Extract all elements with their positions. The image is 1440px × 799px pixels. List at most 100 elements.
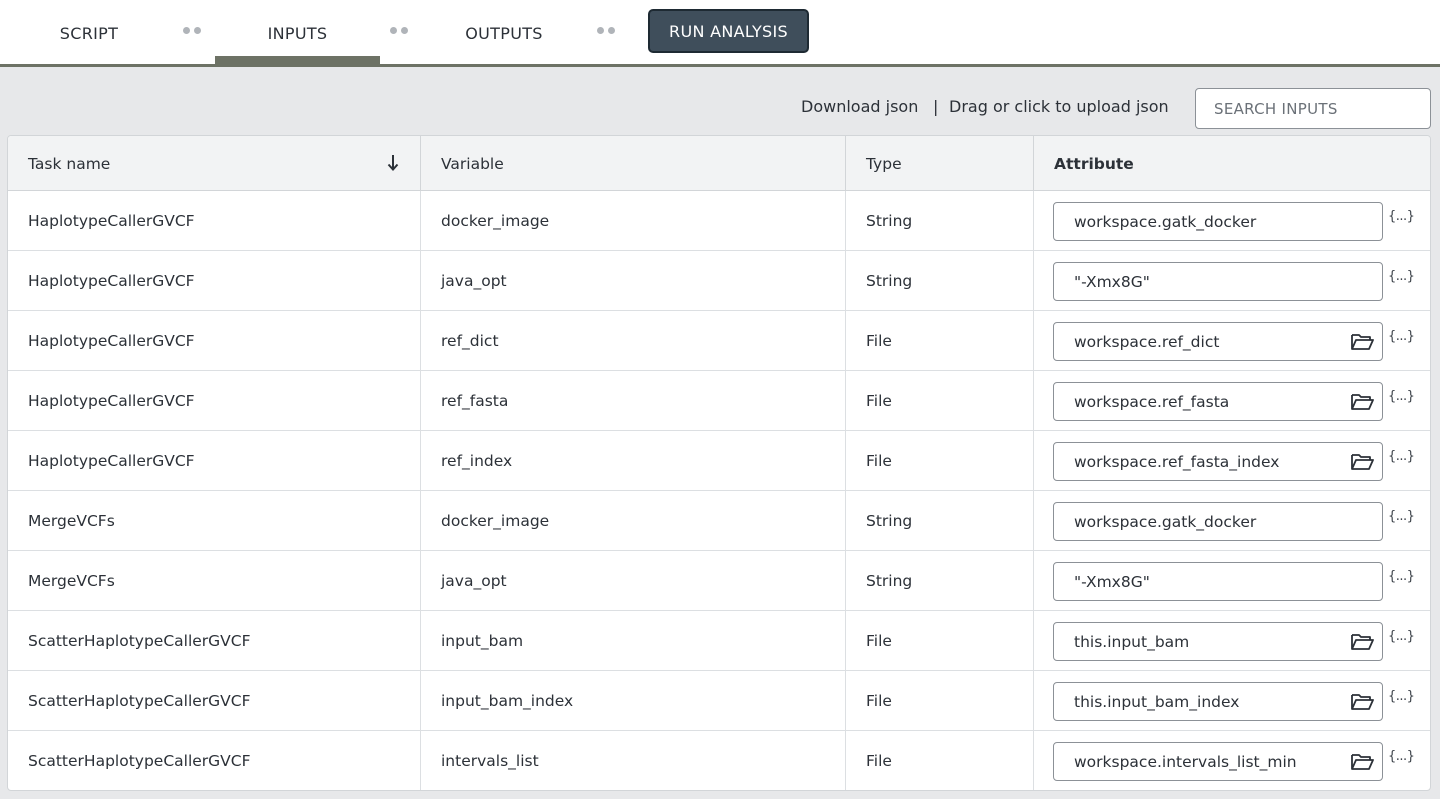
column-header-task-name[interactable]: Task name bbox=[8, 136, 421, 191]
table-row: ScatterHaplotypeCallerGVCF input_bam_inde… bbox=[8, 671, 1430, 731]
attribute-input[interactable] bbox=[1054, 623, 1344, 660]
column-header-label: Variable bbox=[441, 154, 504, 173]
task-name-cell: HaplotypeCallerGVCF bbox=[8, 431, 421, 491]
attribute-field[interactable] bbox=[1053, 562, 1383, 601]
json-editor-icon[interactable]: {...} bbox=[1388, 329, 1415, 344]
attribute-field[interactable] bbox=[1053, 322, 1383, 361]
variable-cell: ref_fasta bbox=[421, 371, 846, 431]
folder-open-icon[interactable] bbox=[1350, 392, 1374, 412]
tab-inputs[interactable]: INPUTS bbox=[215, 0, 380, 66]
attribute-input[interactable] bbox=[1054, 203, 1344, 240]
tab-inputs-label: INPUTS bbox=[267, 23, 328, 43]
json-editor-icon[interactable]: {...} bbox=[1388, 629, 1415, 644]
toolbar-separator: | bbox=[933, 97, 939, 116]
task-name-cell: HaplotypeCallerGVCF bbox=[8, 371, 421, 431]
folder-open-icon[interactable] bbox=[1350, 452, 1374, 472]
type-cell: String bbox=[846, 551, 1034, 611]
tab-separator-dots bbox=[390, 27, 408, 34]
attribute-input[interactable] bbox=[1054, 503, 1344, 540]
table-row: HaplotypeCallerGVCFref_indexFile {...} bbox=[8, 431, 1430, 491]
task-name-cell: ScatterHaplotypeCallerGVCF bbox=[8, 611, 421, 671]
task-name-cell: MergeVCFs bbox=[8, 551, 421, 611]
json-editor-icon[interactable]: {...} bbox=[1388, 509, 1415, 524]
attribute-field[interactable] bbox=[1053, 262, 1383, 301]
attribute-field[interactable] bbox=[1053, 442, 1383, 481]
variable-cell: ref_index bbox=[421, 431, 846, 491]
task-name-cell: HaplotypeCallerGVCF bbox=[8, 251, 421, 311]
table-row: MergeVCFsdocker_imageString {...} bbox=[8, 491, 1430, 551]
attribute-input[interactable] bbox=[1054, 683, 1344, 720]
folder-open-icon[interactable] bbox=[1350, 332, 1374, 352]
folder-open-icon[interactable] bbox=[1350, 752, 1374, 772]
tab-outputs[interactable]: OUTPUTS bbox=[430, 0, 578, 66]
column-header-variable[interactable]: Variable bbox=[421, 136, 846, 191]
attribute-input[interactable] bbox=[1054, 263, 1344, 300]
download-json-link[interactable]: Download json bbox=[801, 97, 918, 116]
inputs-toolbar: Download json | Drag or click to upload … bbox=[0, 67, 1440, 135]
variable-cell: ref_dict bbox=[421, 311, 846, 371]
variable-cell: java_opt bbox=[421, 551, 846, 611]
attribute-field[interactable] bbox=[1053, 742, 1383, 781]
attribute-input[interactable] bbox=[1054, 383, 1344, 420]
json-editor-icon[interactable]: {...} bbox=[1388, 449, 1415, 464]
json-editor-icon[interactable]: {...} bbox=[1388, 269, 1415, 284]
attribute-input[interactable] bbox=[1054, 443, 1344, 480]
run-analysis-button[interactable]: RUN ANALYSIS bbox=[648, 9, 809, 53]
column-header-attribute[interactable]: Attribute bbox=[1034, 136, 1430, 191]
type-cell: File bbox=[846, 731, 1034, 790]
attribute-input[interactable] bbox=[1054, 323, 1344, 360]
type-cell: String bbox=[846, 491, 1034, 551]
json-editor-icon[interactable]: {...} bbox=[1388, 389, 1415, 404]
search-inputs-field[interactable] bbox=[1195, 88, 1431, 129]
column-header-label: Attribute bbox=[1054, 154, 1134, 173]
task-name-cell: MergeVCFs bbox=[8, 491, 421, 551]
folder-open-icon[interactable] bbox=[1350, 692, 1374, 712]
variable-cell: input_bam bbox=[421, 611, 846, 671]
task-name-cell: ScatterHaplotypeCallerGVCF bbox=[8, 731, 421, 790]
type-cell: String bbox=[846, 191, 1034, 251]
type-cell: File bbox=[846, 311, 1034, 371]
attribute-input[interactable] bbox=[1054, 563, 1344, 600]
attribute-field[interactable] bbox=[1053, 382, 1383, 421]
column-header-label: Task name bbox=[28, 154, 111, 173]
type-cell: File bbox=[846, 431, 1034, 491]
sort-descending-icon[interactable] bbox=[386, 153, 400, 173]
task-name-cell: HaplotypeCallerGVCF bbox=[8, 191, 421, 251]
tab-script[interactable]: SCRIPT bbox=[30, 0, 148, 66]
attribute-field[interactable] bbox=[1053, 202, 1383, 241]
column-header-type[interactable]: Type bbox=[846, 136, 1034, 191]
json-editor-icon[interactable]: {...} bbox=[1388, 689, 1415, 704]
upload-json-link[interactable]: Drag or click to upload json bbox=[949, 97, 1169, 116]
tab-script-label: SCRIPT bbox=[59, 23, 119, 43]
tab-outputs-label: OUTPUTS bbox=[465, 23, 543, 43]
column-header-label: Type bbox=[866, 154, 902, 173]
json-editor-icon[interactable]: {...} bbox=[1388, 749, 1415, 764]
variable-cell: docker_image bbox=[421, 491, 846, 551]
table-row: HaplotypeCallerGVCFdocker_imageString {..… bbox=[8, 191, 1430, 251]
tab-separator-dots bbox=[597, 27, 615, 34]
table-row: HaplotypeCallerGVCFref_fastaFile {...} bbox=[8, 371, 1430, 431]
type-cell: File bbox=[846, 671, 1034, 731]
table-row: ScatterHaplotypeCallerGVCF intervals_list… bbox=[8, 731, 1430, 790]
variable-cell: input_bam_index bbox=[421, 671, 846, 731]
tab-separator-dots bbox=[183, 27, 201, 34]
table-row: HaplotypeCallerGVCFjava_optString {...} bbox=[8, 251, 1430, 311]
task-name-cell: HaplotypeCallerGVCF bbox=[8, 311, 421, 371]
type-cell: File bbox=[846, 611, 1034, 671]
type-cell: String bbox=[846, 251, 1034, 311]
folder-open-icon[interactable] bbox=[1350, 632, 1374, 652]
attribute-field[interactable] bbox=[1053, 682, 1383, 721]
table-header: Task name Variable Type Attribute bbox=[8, 136, 1430, 191]
attribute-input[interactable] bbox=[1054, 743, 1344, 780]
variable-cell: docker_image bbox=[421, 191, 846, 251]
json-editor-icon[interactable]: {...} bbox=[1388, 569, 1415, 584]
table-row: MergeVCFsjava_optString {...} bbox=[8, 551, 1430, 611]
attribute-field[interactable] bbox=[1053, 502, 1383, 541]
task-name-cell: ScatterHaplotypeCallerGVCF bbox=[8, 671, 421, 731]
table-row: HaplotypeCallerGVCFref_dictFile {...} bbox=[8, 311, 1430, 371]
type-cell: File bbox=[846, 371, 1034, 431]
attribute-field[interactable] bbox=[1053, 622, 1383, 661]
variable-cell: intervals_list bbox=[421, 731, 846, 790]
table-row: ScatterHaplotypeCallerGVCFinput_bamFile {… bbox=[8, 611, 1430, 671]
json-editor-icon[interactable]: {...} bbox=[1388, 209, 1415, 224]
